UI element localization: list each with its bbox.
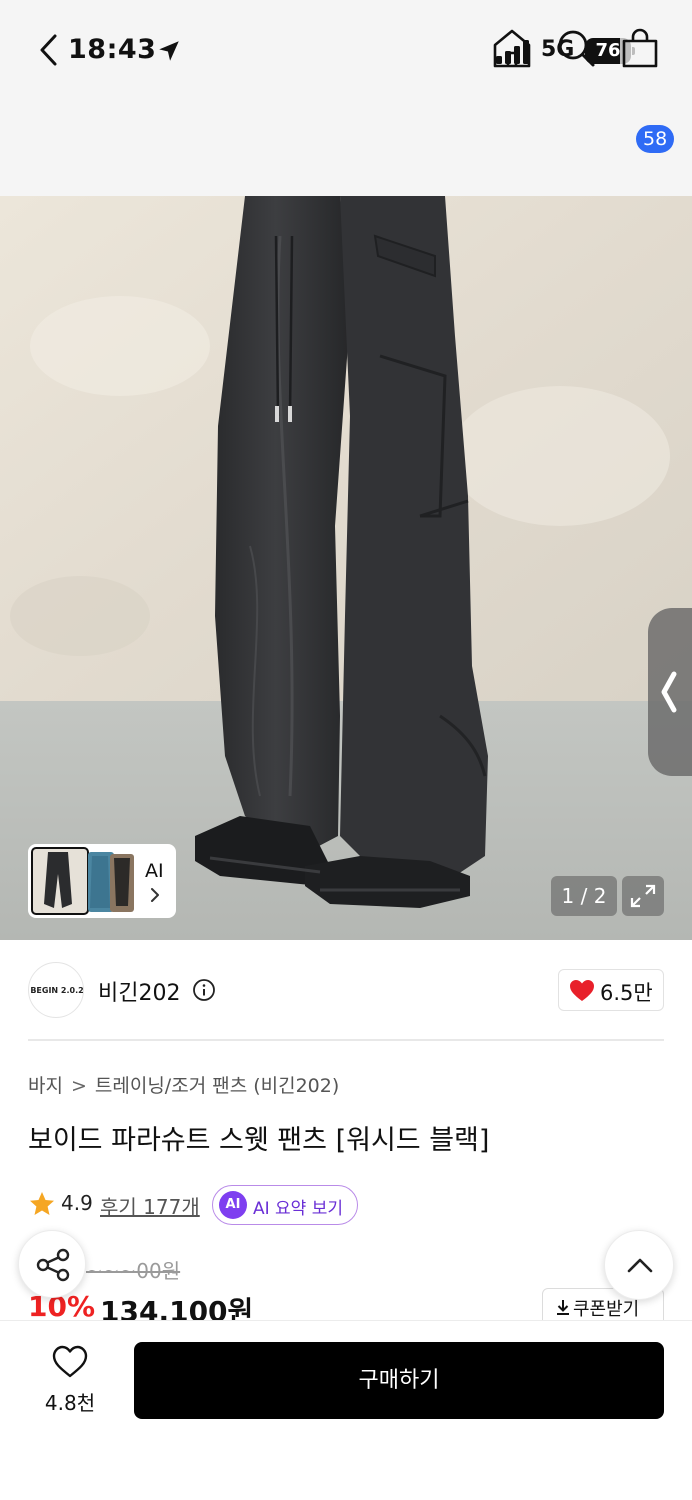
back-chevron-icon[interactable] xyxy=(28,26,72,74)
wishlist-count: 4.8천 xyxy=(44,1391,96,1415)
breadcrumb: 바지 > 트레이닝/조거 팬츠 (비긴202) xyxy=(28,1071,339,1098)
brand-like-count: 6.5만 xyxy=(600,981,653,1005)
product-photo xyxy=(0,196,692,940)
image-counter: 1 / 2 xyxy=(551,876,617,916)
brand-logo-text: BEGIN 2.0.2 xyxy=(30,986,84,995)
status-time: 18:43 xyxy=(68,34,157,65)
heart-filled-icon xyxy=(570,980,594,1001)
location-arrow-icon xyxy=(159,41,179,61)
cart-count-badge: 58 xyxy=(636,125,675,153)
product-title: 보이드 파라슈트 스웻 팬츠 [워시드 블랙] xyxy=(28,1125,490,1156)
ai-summary-label: AI 요약 보기 xyxy=(253,1199,344,1219)
expand-image-button[interactable] xyxy=(622,876,664,916)
breadcrumb-item-subcategory[interactable]: 트레이닝/조거 팬츠 (비긴202) xyxy=(95,1075,339,1097)
share-icon xyxy=(36,1248,70,1282)
thumbnail-ai-label: AI xyxy=(145,860,164,882)
original-price: ~~~00원 xyxy=(86,1259,181,1283)
brand-name[interactable]: 비긴202 xyxy=(98,975,180,1007)
side-panel-tab[interactable] xyxy=(648,608,692,776)
ai-badge-icon: AI xyxy=(219,1191,247,1219)
expand-icon xyxy=(630,884,656,908)
rating-value: 4.9 xyxy=(61,1191,93,1215)
reviews-link[interactable]: 후기 177개 xyxy=(100,1191,200,1220)
buy-button[interactable]: 구매하기 xyxy=(134,1342,664,1419)
divider xyxy=(28,1039,664,1041)
chevron-right-icon xyxy=(151,888,159,902)
heart-outline-icon[interactable] xyxy=(52,1345,88,1379)
brand-logo[interactable]: BEGIN 2.0.2 xyxy=(28,962,84,1018)
product-image-gallery[interactable] xyxy=(0,196,692,940)
breadcrumb-item-category[interactable]: 바지 xyxy=(28,1075,63,1097)
info-icon[interactable] xyxy=(192,978,216,1002)
nav-header xyxy=(0,100,692,196)
breadcrumb-separator: > xyxy=(70,1075,87,1097)
share-button[interactable] xyxy=(18,1230,86,1298)
search-icon[interactable] xyxy=(554,26,598,70)
side-tab-chevron-icon xyxy=(661,671,677,713)
shopping-bag-icon[interactable] xyxy=(618,26,662,70)
star-icon xyxy=(30,1192,54,1215)
chevron-up-icon xyxy=(627,1258,653,1273)
download-icon xyxy=(557,1300,569,1315)
scroll-top-button[interactable] xyxy=(604,1230,674,1300)
home-icon[interactable] xyxy=(490,26,534,70)
